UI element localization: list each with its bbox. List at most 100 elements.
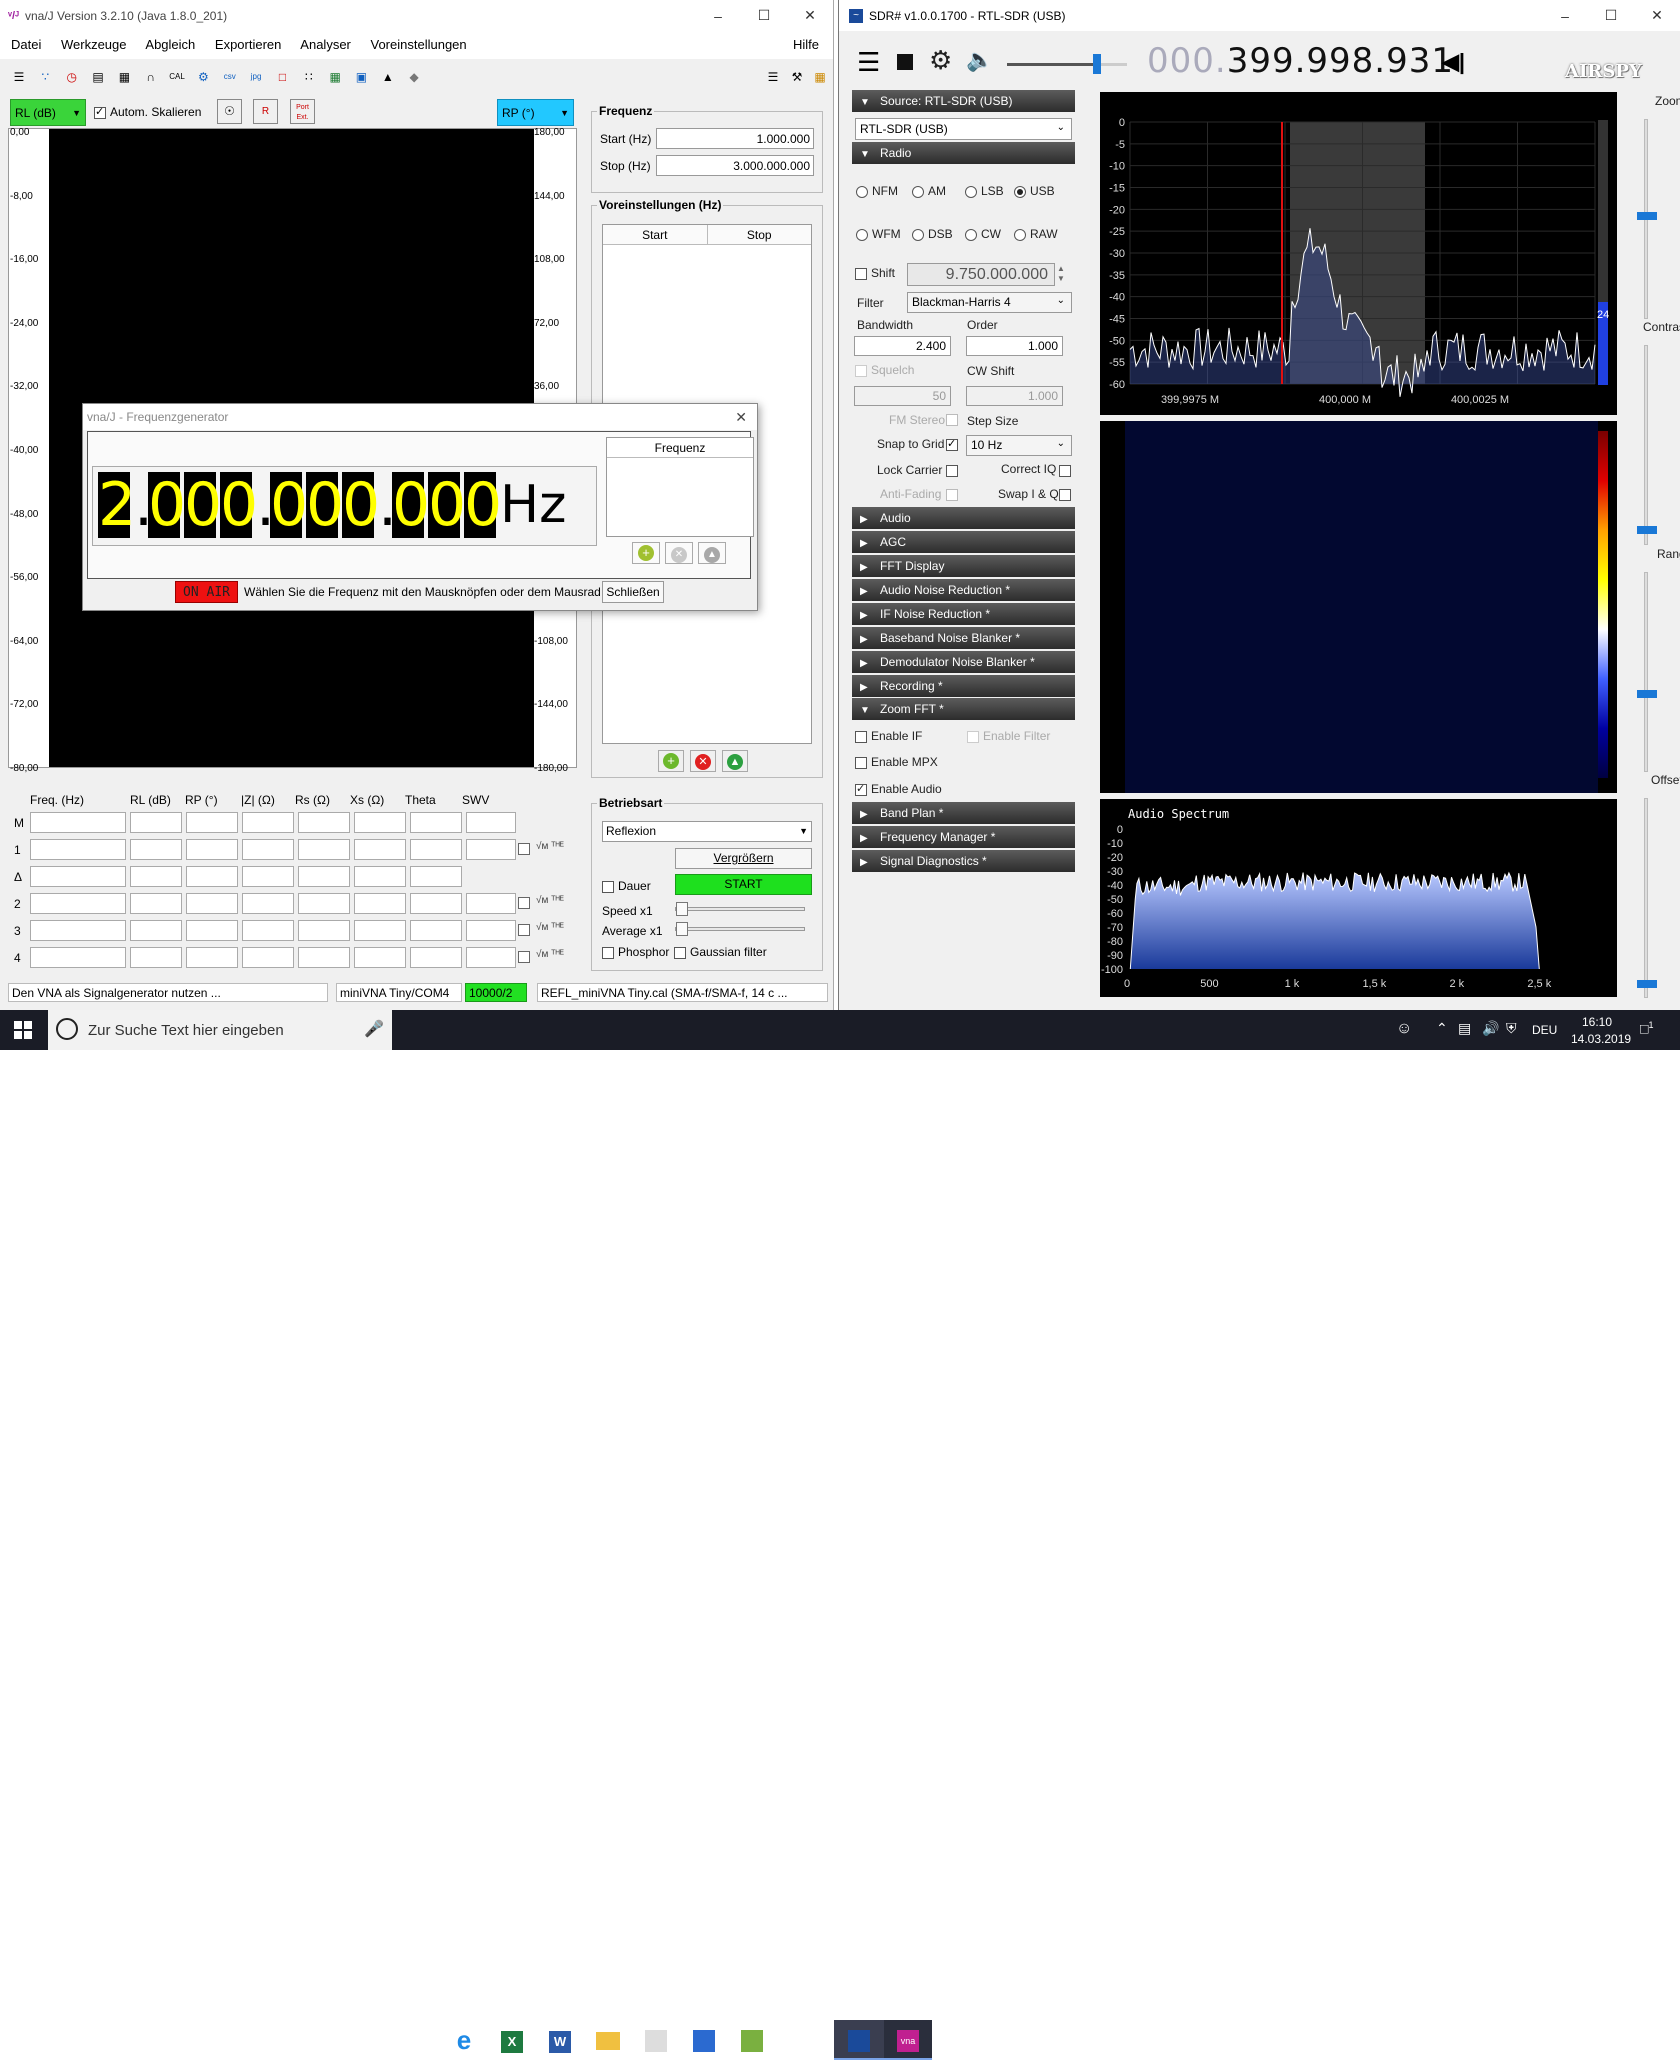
left-scale-select[interactable]: RL (dB) ▼ (10, 99, 86, 126)
scan-icon[interactable]: ☰ (10, 68, 28, 86)
marker-cell[interactable] (410, 893, 462, 914)
marker-cell[interactable] (354, 866, 406, 887)
marker-cell[interactable] (30, 920, 126, 941)
close-icon[interactable]: ✕ (787, 7, 833, 24)
speaker-icon[interactable]: 🔈 (966, 47, 993, 73)
continuous-checkbox[interactable]: Dauer (602, 879, 651, 893)
marker-cell[interactable] (298, 947, 350, 968)
filter-select[interactable]: Blackman-Harris 4 ⌄ (907, 292, 1072, 313)
enable-audio-checkbox[interactable]: Enable Audio (855, 782, 942, 796)
excel-taskbar-icon[interactable]: X (488, 2020, 536, 2060)
marker-cell[interactable] (242, 920, 294, 941)
marker-cell[interactable] (466, 893, 516, 914)
upload-preset-icon[interactable]: ▲ (722, 750, 748, 772)
freq-display[interactable]: 000.399.998.931 (1147, 41, 1454, 81)
minimize-icon[interactable]: – (1542, 8, 1588, 24)
explorer-icon[interactable] (584, 2020, 632, 2060)
gen-freq-list[interactable]: Frequenz (606, 437, 754, 537)
marker-cell[interactable] (354, 812, 406, 833)
delete-preset-icon[interactable]: ✕ (690, 750, 716, 772)
antenna-icon[interactable]: ∵ (36, 68, 54, 86)
side-slider-knob[interactable] (1637, 212, 1657, 220)
marker-cell[interactable] (186, 893, 238, 914)
vna-titlebar[interactable]: ᵛ/ᴶ vna/J Version 3.2.10 (Java 1.8.0_201… (0, 0, 833, 31)
windows-icon[interactable] (14, 1021, 32, 1039)
volume-slider[interactable] (1007, 54, 1127, 74)
mode-radio-cw[interactable]: CW (965, 227, 1001, 241)
marker-cell[interactable] (130, 839, 182, 860)
side-slider-range[interactable] (1644, 572, 1648, 772)
start-button[interactable]: START (675, 874, 812, 895)
marker-cell[interactable] (410, 812, 462, 833)
mode-radio-wfm[interactable]: WFM (856, 227, 901, 241)
marker-cell[interactable] (130, 920, 182, 941)
vna-taskbar-icon[interactable]: vna (884, 2020, 932, 2060)
source-header[interactable]: ▼ Source: RTL-SDR (USB) (852, 90, 1075, 112)
eraser-icon[interactable]: ◆ (405, 68, 423, 86)
section-frequency-manager-[interactable]: ▶ Frequency Manager * (852, 826, 1075, 848)
marker-cell[interactable] (354, 947, 406, 968)
generator-titlebar[interactable]: vna/J - Frequenzgenerator ✕ (83, 404, 757, 430)
frequency-digit[interactable]: 0 (270, 472, 308, 538)
frequency-display[interactable]: 2.000.000.000Hz (92, 466, 597, 546)
marker-cell[interactable] (298, 893, 350, 914)
marker-cell[interactable] (30, 947, 126, 968)
language-indicator[interactable]: DEU (1532, 1023, 1557, 1037)
squelch-checkbox[interactable]: Squelch (855, 363, 914, 377)
reset-button[interactable]: R (253, 99, 278, 124)
section-audio[interactable]: ▶ Audio (852, 507, 1075, 529)
marker-cell[interactable] (410, 947, 462, 968)
remove-freq-icon[interactable]: ✕ (665, 542, 693, 564)
side-slider-knob[interactable] (1637, 980, 1657, 988)
add-preset-icon[interactable]: + (658, 750, 684, 772)
marker-cell[interactable] (354, 893, 406, 914)
correct-iq-checkbox[interactable] (1059, 465, 1071, 477)
section-fft-display[interactable]: ▶ FFT Display (852, 555, 1075, 577)
clock-date[interactable]: 14.03.2019 (1571, 1032, 1631, 1046)
phosphor-checkbox[interactable]: Phosphor (602, 945, 669, 959)
marker-cell[interactable] (410, 866, 462, 887)
stop-icon[interactable] (897, 54, 913, 70)
section-band-plan-[interactable]: ▶ Band Plan * (852, 802, 1075, 824)
search-box[interactable]: Zur Suche Text hier eingeben 🎤 (48, 1010, 392, 1050)
grid-icon[interactable]: ▦ (811, 68, 829, 86)
dots-icon[interactable]: ∷ (300, 68, 318, 86)
minimize-icon[interactable]: – (695, 8, 741, 24)
marker-cell[interactable] (130, 947, 182, 968)
maximize-icon[interactable]: ☐ (1588, 7, 1634, 24)
close-icon[interactable]: ✕ (735, 404, 747, 430)
frequency-digit[interactable]: 0 (464, 472, 502, 538)
frequency-digit[interactable]: 0 (342, 472, 380, 538)
swap-iq-checkbox[interactable] (1059, 489, 1071, 501)
section-if-noise-reduction-[interactable]: ▶ IF Noise Reduction * (852, 603, 1075, 625)
order-input[interactable]: 1.000 (966, 336, 1063, 356)
marker-checkbox[interactable] (518, 951, 530, 963)
add-freq-icon[interactable]: + (632, 542, 660, 564)
frequency-digit[interactable]: 0 (148, 472, 186, 538)
people-icon[interactable]: ☺ (1396, 1020, 1412, 1038)
speed-slider[interactable] (675, 902, 805, 916)
task-view-icon[interactable]: ◫ (392, 2020, 440, 2060)
marker-cell[interactable] (130, 812, 182, 833)
marker-cell[interactable] (186, 812, 238, 833)
app1-icon[interactable] (632, 2020, 680, 2060)
wrench-icon[interactable]: ⚙ (194, 68, 212, 86)
edge-icon[interactable]: e (440, 2020, 488, 2060)
antifading-checkbox[interactable] (946, 489, 958, 501)
notification-icon[interactable]: □1 (1640, 1020, 1653, 1037)
marker-checkbox[interactable] (518, 843, 530, 855)
side-slider-offset[interactable] (1644, 798, 1648, 998)
graph-icon[interactable]: ▲ (379, 68, 397, 86)
frequency-digit[interactable]: 0 (220, 472, 258, 538)
autoscale-checkbox[interactable]: Autom. Skalieren (94, 105, 201, 119)
snap-checkbox[interactable] (946, 437, 958, 451)
smith-button[interactable]: ☉ (217, 99, 242, 124)
frequency-digit[interactable]: 0 (428, 472, 466, 538)
marker-cell[interactable] (298, 839, 350, 860)
image-icon[interactable]: ▣ (352, 68, 370, 86)
sliders-icon[interactable]: ☰ (764, 68, 782, 86)
marker-cell[interactable] (30, 866, 126, 887)
marker-cell[interactable] (186, 839, 238, 860)
bandwidth-input[interactable]: 2.400 (854, 336, 951, 356)
tools-icon[interactable]: ⚒ (788, 68, 806, 86)
